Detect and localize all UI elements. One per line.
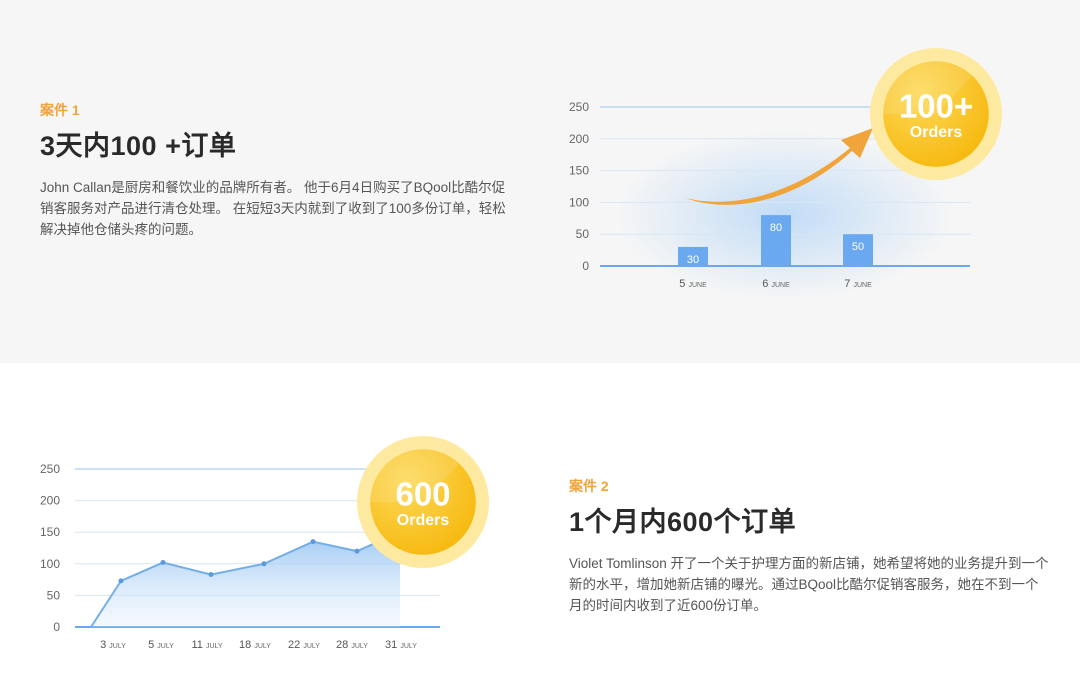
c1-badge-unit: Orders xyxy=(910,124,963,141)
c2-x-tick-label: 28 JULY xyxy=(336,639,368,651)
c1-bar-value-label: 30 xyxy=(687,254,699,266)
c2-data-point xyxy=(354,548,360,554)
c2-data-point xyxy=(118,578,124,584)
c1-y-tick-label: 50 xyxy=(576,227,590,241)
c1-y-tick-label: 250 xyxy=(569,100,589,114)
c1-y-tick-label: 0 xyxy=(582,259,589,273)
june-orders-bar-chart: 050100150200250305 JUNE806 JUNE507 JUNE1… xyxy=(569,48,1002,300)
c2-y-tick-label: 200 xyxy=(40,494,60,508)
case2-text-block: 案件 2 1个月内600个订单 Violet Tomlinson 开了一个关于护… xyxy=(569,476,1049,616)
c2-orders-badge: 600Orders xyxy=(357,436,489,568)
c2-y-tick-label: 100 xyxy=(40,557,60,571)
case2-description: Violet Tomlinson 开了一个关于护理方面的新店铺，她希望将她的业务… xyxy=(569,556,1049,613)
c2-badge-value: 600 xyxy=(395,475,450,512)
case1-description: John Callan是厨房和餐饮业的品牌所有者。 他于6月4日购买了BQool… xyxy=(40,180,506,237)
c1-bar-value-label: 50 xyxy=(852,241,864,253)
july-orders-area-chart: 0 50 100 150 200 250 3 JULY 5 JULY 11 JULY 18 JUL… xyxy=(40,436,489,651)
c2-area-fill xyxy=(91,532,400,627)
c2-x-tick-label: 11 JULY xyxy=(191,639,222,651)
c2-badge-unit: Orders xyxy=(397,512,450,529)
c1-badge-value: 100+ xyxy=(899,87,973,124)
c1-bar-value-label: 80 xyxy=(770,222,782,234)
case2-label: 案件 2 xyxy=(569,478,609,494)
c1-orders-badge: 100+Orders xyxy=(870,48,1002,180)
case2-title: 1个月内600个订单 xyxy=(569,507,797,537)
c2-data-point xyxy=(160,560,166,566)
case1-text-block: 案件 1 3天内100 +订单 John Callan是厨房和餐饮业的品牌所有者… xyxy=(40,100,518,240)
c2-data-point xyxy=(208,572,214,578)
c2-x-tick-label: 18 JULY xyxy=(239,639,271,651)
c2-y-tick-label: 50 xyxy=(47,588,61,602)
c2-x-tick-label: 22 JULY xyxy=(288,639,320,651)
c2-y-tick-label: 0 xyxy=(53,620,60,634)
c1-y-tick-label: 150 xyxy=(569,164,589,178)
c2-x-tick-label: 31 JULY xyxy=(385,639,417,651)
c1-y-tick-label: 100 xyxy=(569,195,589,209)
c2-y-tick-label: 250 xyxy=(40,462,60,476)
c2-x-tick-label: 5 JULY xyxy=(148,639,174,651)
c2-data-point xyxy=(261,561,267,567)
c2-y-tick-label: 150 xyxy=(40,525,60,539)
c1-y-tick-label: 200 xyxy=(569,132,589,146)
case1-title: 3天内100 +订单 xyxy=(40,131,237,161)
c2-x-tick-label: 3 JULY xyxy=(100,639,126,651)
c2-data-point xyxy=(310,539,316,545)
case1-label: 案件 1 xyxy=(40,102,80,118)
